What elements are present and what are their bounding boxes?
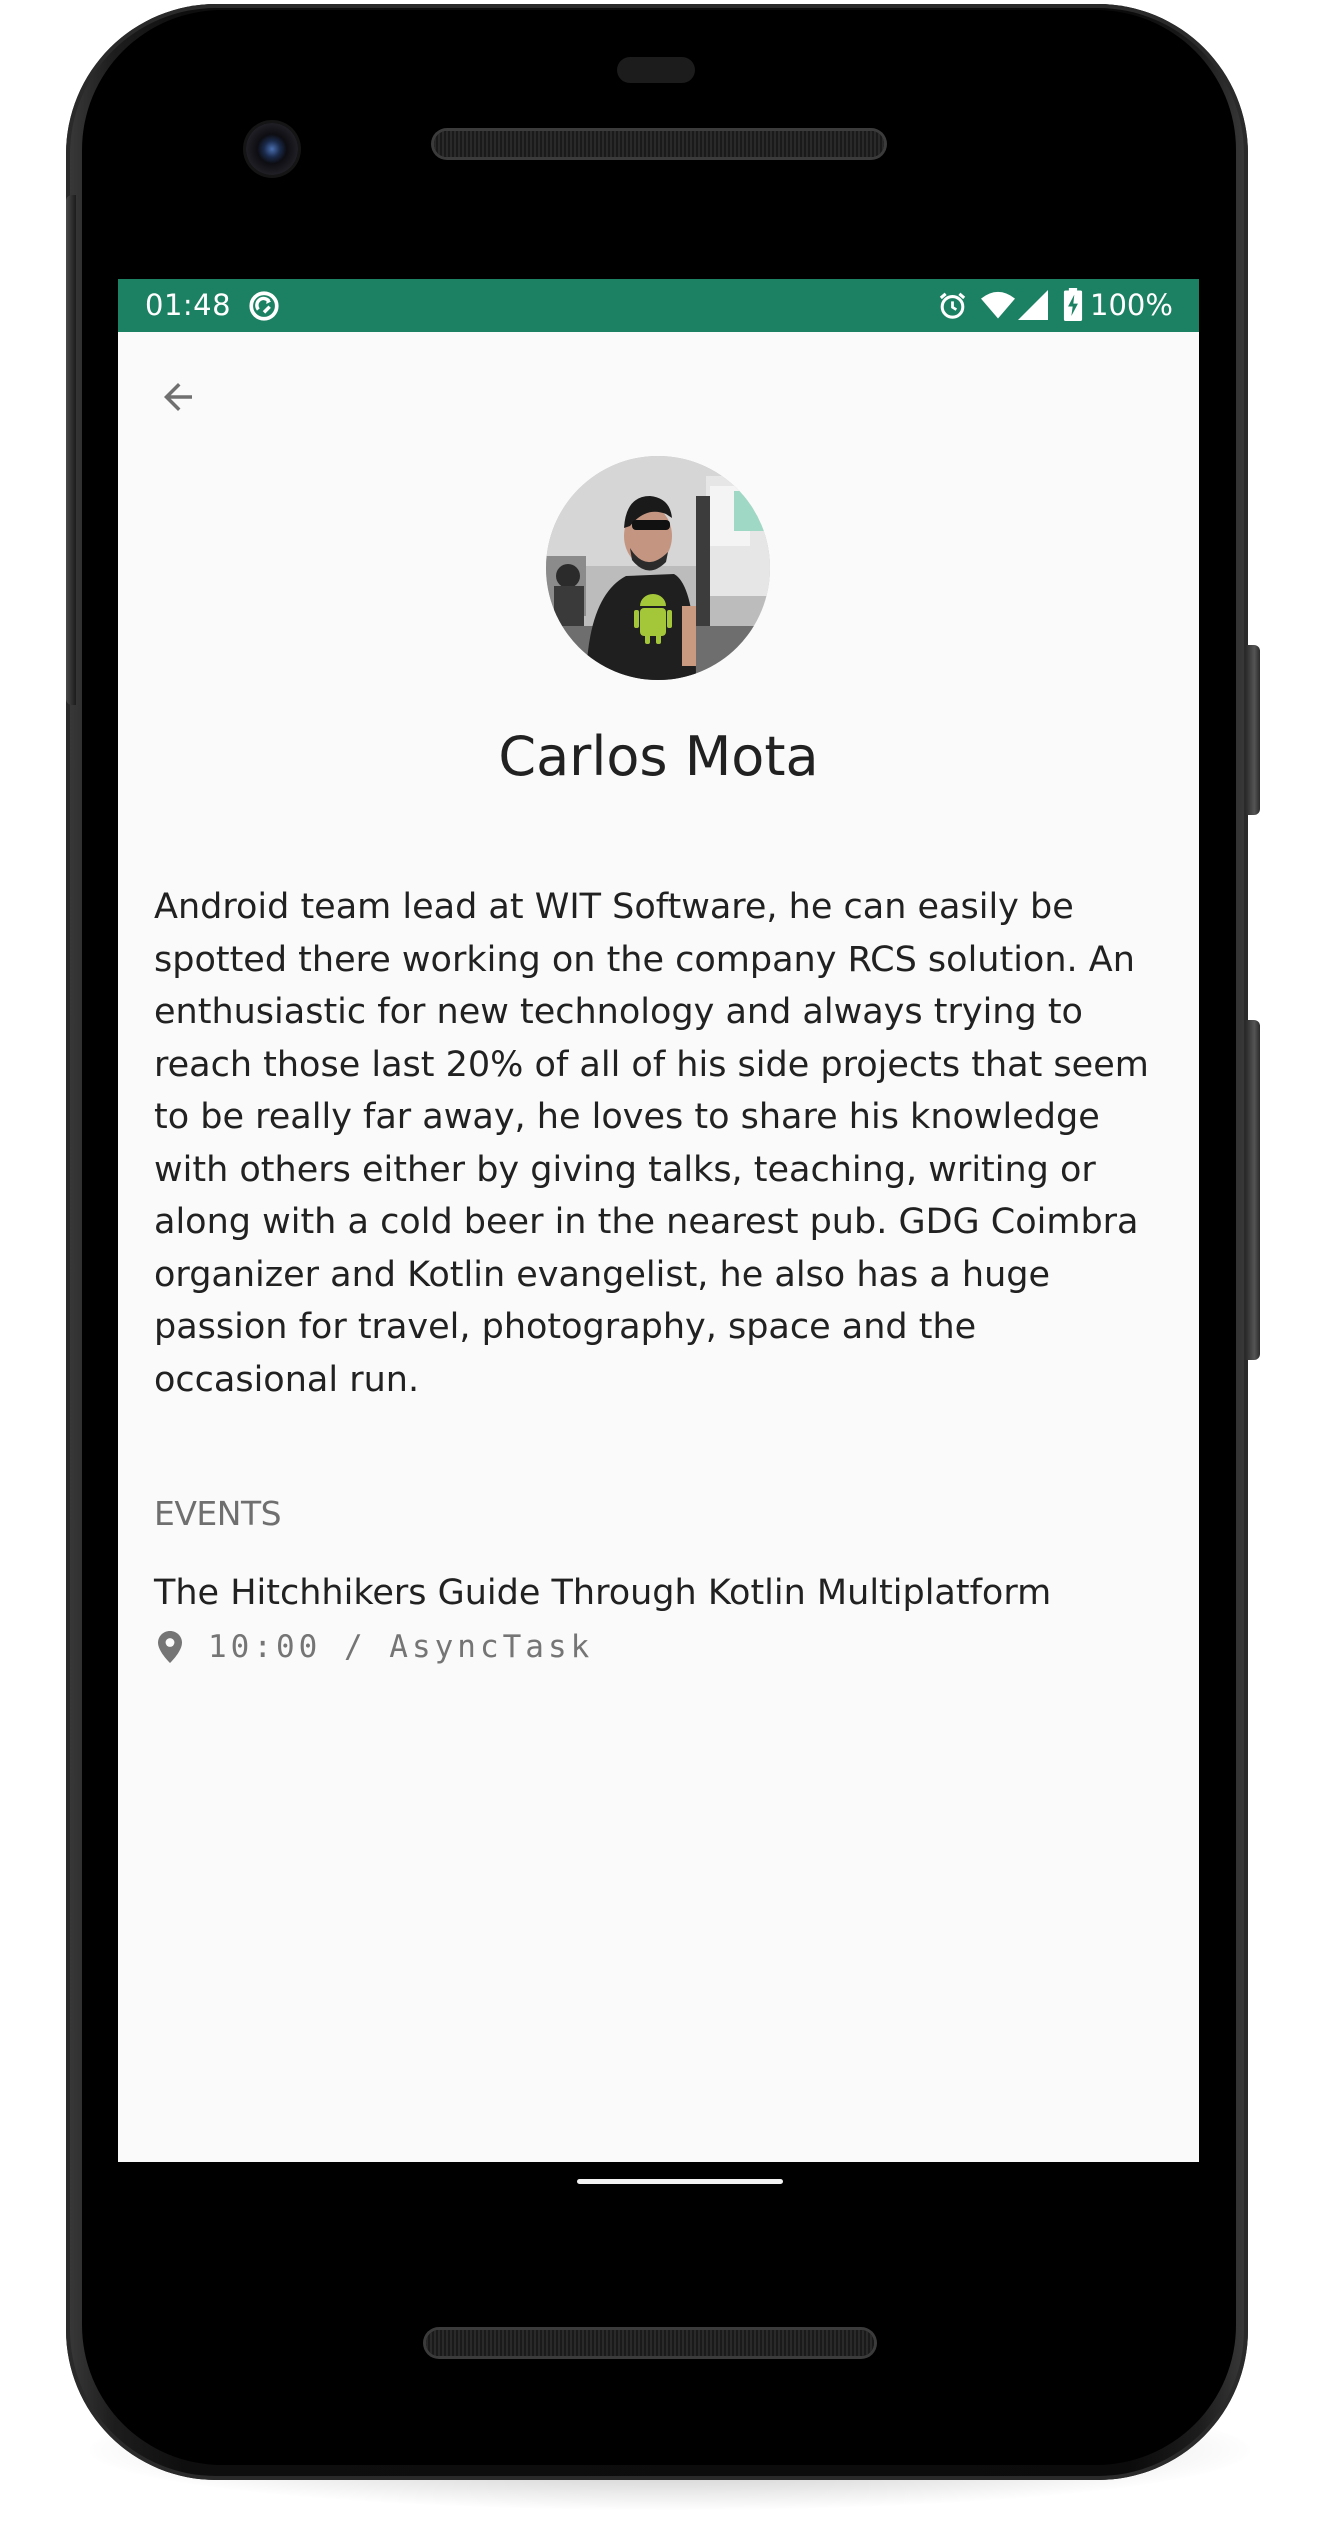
volume-button (1246, 1020, 1260, 1360)
bottom-speaker (426, 2330, 874, 2356)
power-button (1246, 645, 1260, 815)
sync-icon (249, 291, 279, 321)
battery-charging-icon (1063, 288, 1083, 321)
app-screen: 01:48 100% Carlos Mota Android team lead… (118, 279, 1199, 2162)
home-indicator[interactable] (577, 2179, 783, 2184)
events-section-heading: EVENTS (154, 1494, 282, 1533)
status-time: 01:48 (145, 288, 232, 322)
front-camera-icon (246, 123, 298, 175)
cell-signal-icon (1018, 290, 1048, 320)
proximity-sensor (617, 57, 695, 83)
event-list-item[interactable]: The Hitchhikers Guide Through Kotlin Mul… (118, 1569, 1199, 1689)
event-title: The Hitchhikers Guide Through Kotlin Mul… (154, 1573, 1052, 1613)
event-time-room: 10:00 / AsyncTask (208, 1629, 594, 1665)
speaker-avatar (546, 456, 770, 680)
speaker-name: Carlos Mota (498, 725, 819, 788)
phone-side-rail (66, 195, 76, 705)
status-bar: 01:48 100% (118, 279, 1199, 332)
location-pin-icon (158, 1631, 182, 1663)
speaker-bio: Android team lead at WIT Software, he ca… (154, 887, 1149, 1400)
battery-percentage: 100% (1090, 288, 1173, 322)
arrow-back-icon (164, 383, 192, 411)
earpiece-speaker (434, 131, 884, 157)
back-button[interactable] (150, 369, 206, 425)
speaker-photo (546, 456, 770, 680)
alarm-icon (939, 292, 966, 319)
wifi-icon (981, 291, 1015, 319)
